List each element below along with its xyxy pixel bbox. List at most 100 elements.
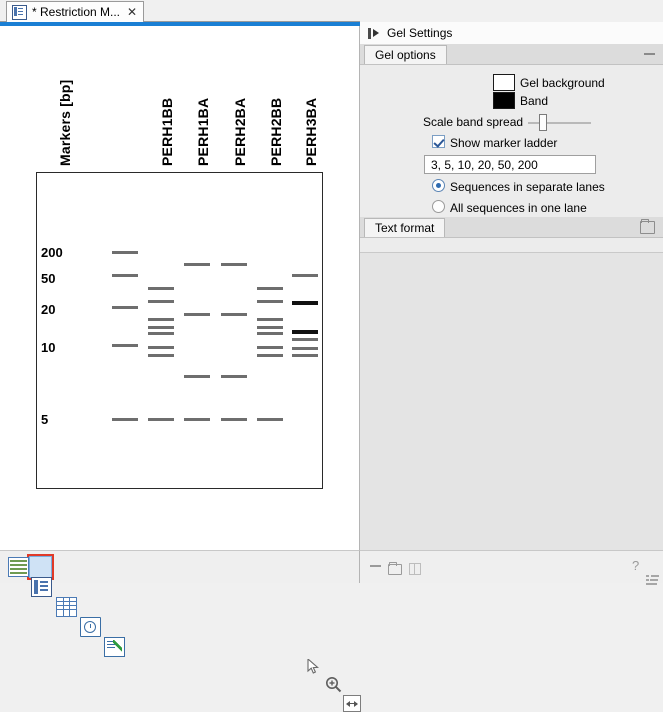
minimize-icon[interactable] — [370, 565, 381, 567]
table-view-icon[interactable] — [8, 557, 29, 577]
scale-band-spread-slider-thumb[interactable] — [539, 114, 547, 131]
scale-band-spread-slider-track[interactable] — [528, 122, 591, 124]
gel-band — [148, 326, 174, 329]
tab-gel-options[interactable]: Gel options — [364, 45, 447, 64]
folder-icon[interactable] — [640, 221, 655, 234]
gel-band — [292, 354, 318, 357]
gel-band — [148, 318, 174, 321]
gel-band — [184, 263, 210, 266]
lane-label-perh1ba: PERH1BA — [195, 98, 211, 166]
gel-band — [257, 300, 283, 303]
restriction-map-pane: * Restriction M... ✕ Markers [bp] PERH1BB… — [0, 0, 360, 582]
band-color-label: Band — [520, 94, 548, 108]
split-view-icon[interactable] — [409, 563, 421, 575]
lane-label-perh2bb: PERH2BB — [268, 98, 284, 166]
gel-band — [257, 287, 283, 290]
gel-band — [148, 332, 174, 335]
marker-ladder-input[interactable]: 3, 5, 10, 20, 50, 200 — [424, 155, 596, 174]
gel-view-body: Markers [bp] PERH1BB PERH1BA PERH2BA PERH2BB… — [0, 26, 360, 550]
cursor-icon[interactable] — [305, 658, 323, 676]
gel-band — [184, 313, 210, 316]
radio-one-lane-label: All sequences in one lane — [450, 201, 587, 215]
history-view-icon[interactable] — [80, 617, 101, 637]
gel-band — [257, 418, 283, 421]
marker-tick-50: 50 — [41, 271, 55, 286]
close-icon[interactable]: ✕ — [127, 6, 137, 18]
text-format-tabrow: Text format — [360, 217, 663, 238]
marker-tick-20: 20 — [41, 302, 55, 317]
tab-strip: * Restriction M... ✕ — [0, 0, 360, 22]
gel-band — [292, 274, 318, 277]
gel-band — [148, 287, 174, 290]
gel-band — [148, 354, 174, 357]
status-bar: ? — [360, 550, 663, 583]
gel-view-icon[interactable] — [31, 577, 52, 597]
gel-band — [148, 300, 174, 303]
band-color-swatch[interactable] — [493, 92, 515, 109]
selected-view-inner — [29, 556, 52, 578]
document-list-icon — [12, 5, 27, 20]
gel-band — [257, 354, 283, 357]
gel-band — [257, 332, 283, 335]
report-view-icon[interactable] — [104, 637, 125, 657]
gel-band — [221, 313, 247, 316]
gel-band — [221, 375, 247, 378]
gel-band — [112, 251, 138, 254]
grid-view-icon[interactable] — [56, 597, 77, 617]
magnifier-plus-icon[interactable] — [325, 676, 343, 694]
gel-figure: Markers [bp] PERH1BB PERH1BA PERH2BA PERH2BB… — [0, 26, 359, 550]
gel-band — [112, 306, 138, 309]
gel-band — [184, 418, 210, 421]
lane-label-perh1bb: PERH1BB — [159, 98, 175, 166]
panel-title: Gel Settings — [387, 26, 452, 40]
folder-icon[interactable] — [388, 564, 402, 575]
gel-band — [148, 418, 174, 421]
lane-label-perh2ba: PERH2BA — [232, 98, 248, 166]
tab-text-format-label: Text format — [375, 221, 434, 235]
help-icon[interactable]: ? — [632, 560, 639, 572]
side-panel-empty-area — [360, 252, 663, 551]
gel-band — [292, 347, 318, 350]
radio-separate-lanes-label: Sequences in separate lanes — [450, 180, 605, 194]
gel-band — [221, 418, 247, 421]
gel-options-tabrow: Gel options — [360, 44, 663, 65]
show-marker-ladder-checkbox[interactable] — [432, 135, 445, 148]
gel-band — [184, 375, 210, 378]
fit-width-icon[interactable] — [343, 695, 361, 712]
tab-label: * Restriction M... — [32, 5, 120, 19]
marker-tick-200: 200 — [41, 245, 63, 260]
gel-band — [292, 301, 318, 305]
gel-band — [221, 263, 247, 266]
gel-axis-label: Markers [bp] — [57, 80, 73, 166]
tab-text-format[interactable]: Text format — [364, 218, 445, 237]
gel-options-group: Gel options Gel background Band Scale ba… — [360, 44, 663, 217]
gel-band — [112, 418, 138, 421]
marker-ladder-value: 3, 5, 10, 20, 50, 200 — [431, 158, 538, 172]
marker-tick-5: 5 — [41, 412, 48, 427]
gel-band — [112, 274, 138, 277]
list-options-icon[interactable] — [646, 574, 659, 585]
gel-frame — [36, 172, 323, 489]
gel-band — [112, 344, 138, 347]
tab-restriction-map[interactable]: * Restriction M... ✕ — [6, 1, 144, 22]
expand-triangle-icon[interactable] — [373, 29, 379, 37]
gel-options-body: Gel background Band Scale band spread Sh… — [360, 65, 663, 217]
gel-band — [292, 338, 318, 341]
lane-label-perh3ba: PERH3BA — [303, 98, 319, 166]
gel-band — [257, 346, 283, 349]
gel-band — [148, 346, 174, 349]
marker-tick-10: 10 — [41, 340, 55, 355]
gel-view-toolbar — [0, 550, 360, 583]
gel-settings-header[interactable]: Gel Settings — [360, 22, 663, 45]
gel-background-swatch[interactable] — [493, 74, 515, 91]
gel-band — [257, 326, 283, 329]
collapse-icon[interactable] — [644, 53, 655, 55]
radio-separate-lanes[interactable] — [432, 179, 445, 192]
side-panel: Gel Settings Gel options Gel background … — [360, 0, 663, 582]
gel-background-label: Gel background — [520, 76, 605, 90]
radio-one-lane[interactable] — [432, 200, 445, 213]
panel-drag-handle[interactable] — [368, 28, 371, 39]
app-window: * Restriction M... ✕ Markers [bp] PERH1BB… — [0, 0, 663, 582]
scale-band-spread-label: Scale band spread — [423, 115, 523, 129]
gel-band — [257, 318, 283, 321]
